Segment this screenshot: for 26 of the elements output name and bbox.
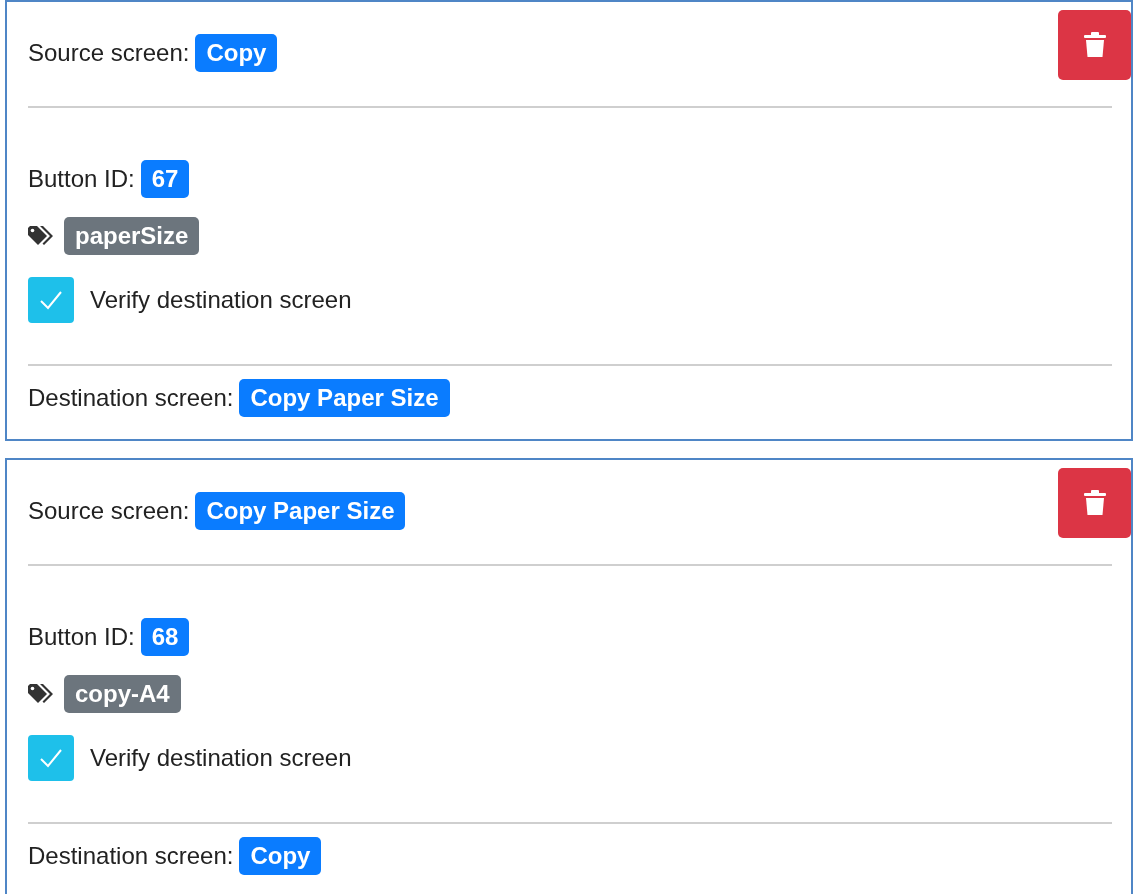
destination-screen-badge: Copy Paper Size [239, 379, 450, 417]
source-label: Source screen: [28, 39, 190, 67]
delete-button[interactable] [1058, 10, 1131, 80]
button-id-label: Button ID: [28, 623, 135, 651]
destination-label: Destination screen: [28, 384, 234, 412]
delete-button[interactable] [1058, 468, 1131, 538]
destination-label: Destination screen: [28, 842, 234, 870]
destination-screen-badge: Copy [239, 837, 322, 875]
checkbox[interactable] [28, 735, 74, 781]
tag-badge: paperSize [64, 217, 200, 255]
checkbox[interactable] [28, 277, 74, 323]
source-screen-badge: Copy Paper Size [195, 492, 406, 530]
tag-badge: copy-A4 [64, 675, 181, 713]
source-label: Source screen: [28, 497, 190, 525]
tags-icon [28, 226, 54, 246]
trash-icon [1083, 490, 1106, 516]
checkbox-label: Verify destination screen [90, 744, 352, 772]
source-screen-badge: Copy [195, 34, 278, 72]
trash-icon [1083, 32, 1106, 58]
checkbox-label: Verify destination screen [90, 286, 352, 314]
check-icon [39, 290, 63, 310]
tags-icon [28, 684, 54, 704]
button-id-badge: 67 [140, 160, 190, 198]
button-id-badge: 68 [140, 618, 190, 656]
button-id-label: Button ID: [28, 165, 135, 193]
check-icon [39, 748, 63, 768]
